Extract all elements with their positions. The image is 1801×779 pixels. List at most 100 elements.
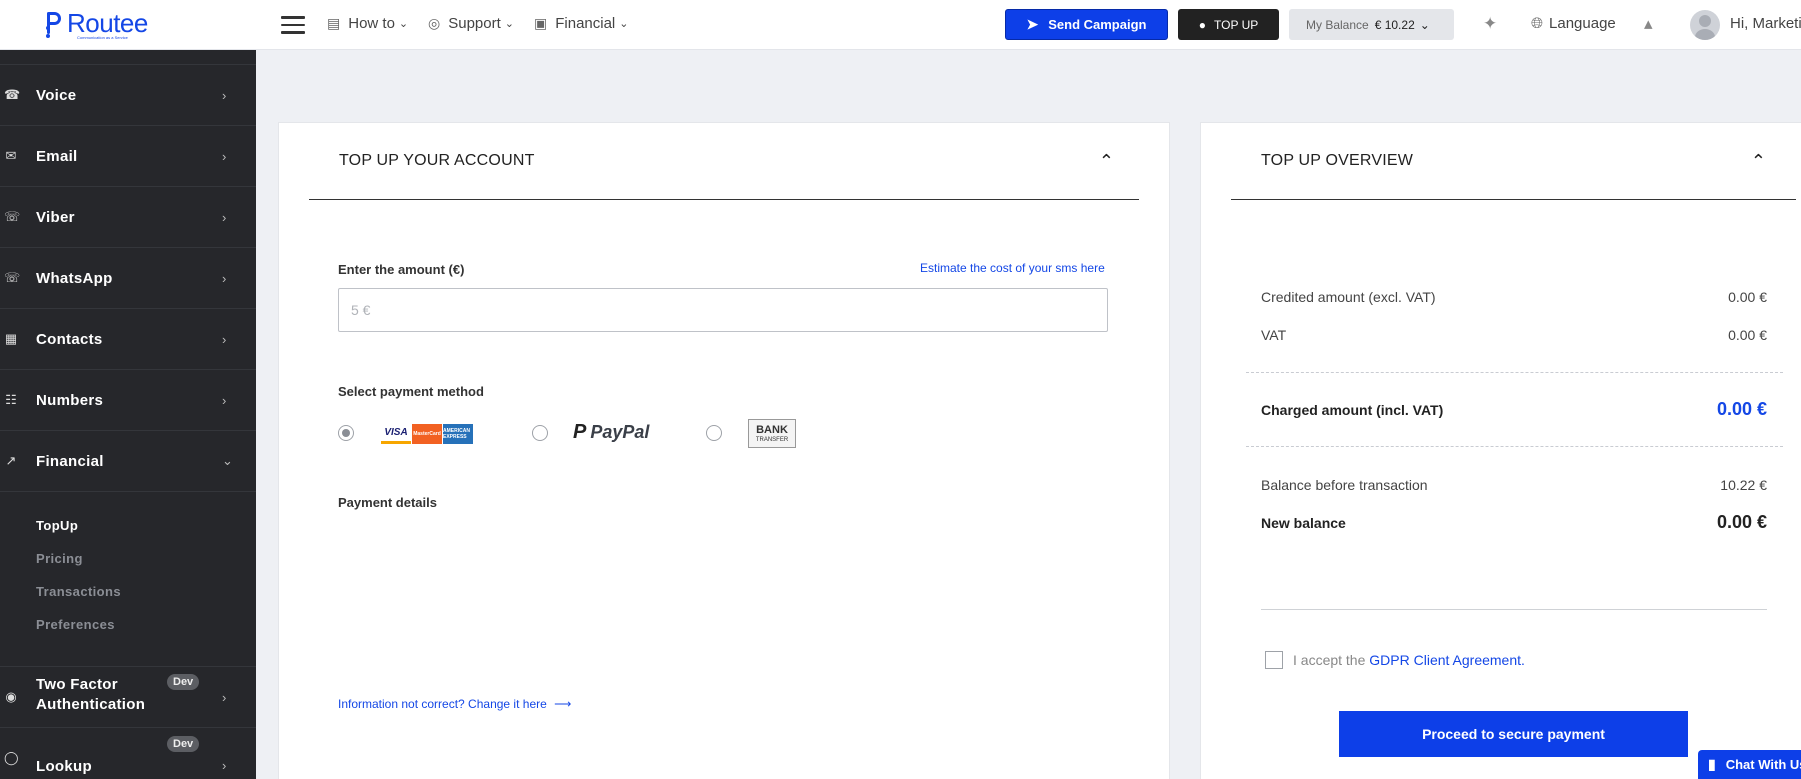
logo-text: Routee bbox=[67, 8, 148, 38]
payment-method-label: Select payment method bbox=[338, 384, 484, 399]
sidebar-item-email[interactable]: ✉ Email › bbox=[0, 126, 256, 187]
top-header: Routee Communication as a Service ▤ How … bbox=[0, 0, 1801, 50]
charged-value: 0.00 € bbox=[1716, 399, 1767, 419]
paypal-text: PayPal bbox=[590, 422, 650, 442]
sidebar-subitem-transactions[interactable]: Transactions bbox=[0, 584, 256, 617]
document-icon: ▣ bbox=[534, 15, 548, 31]
chat-label: Chat With Us bbox=[1725, 757, 1801, 772]
change-info-link[interactable]: Information not correct? Change it here … bbox=[338, 697, 571, 711]
chevron-right-icon: › bbox=[222, 689, 227, 705]
sidebar-item-label: Viber bbox=[36, 208, 75, 226]
topup-card-title: TOP UP YOUR ACCOUNT bbox=[339, 152, 535, 169]
sidebar-item-label: Two Factor Authentication bbox=[36, 675, 145, 715]
overview-card: TOP UP OVERVIEW ⌃ bbox=[1200, 122, 1801, 779]
dev-badge: Dev bbox=[167, 674, 200, 690]
book-icon: ▤ bbox=[327, 15, 341, 31]
sidebar-subitem-preferences[interactable]: Preferences bbox=[0, 617, 256, 650]
sidebar-item-label: Lookup bbox=[36, 758, 92, 775]
chevron-right-icon: › bbox=[222, 209, 227, 225]
sidebar-item-label: Contacts bbox=[36, 330, 103, 348]
new-balance-row: New balance 0.00 € bbox=[1261, 512, 1767, 533]
sidebar-item-voice[interactable]: ☎ Voice › bbox=[0, 65, 256, 126]
sidebar-item-viber[interactable]: ☏ Viber › bbox=[0, 187, 256, 248]
sidebar-item-whatsapp[interactable]: ☏ WhatsApp › bbox=[0, 248, 256, 309]
chevron-right-icon: › bbox=[222, 87, 227, 103]
chevron-right-icon: › bbox=[222, 331, 227, 347]
balance-label: My Balance bbox=[1306, 17, 1369, 32]
avatar[interactable] bbox=[1690, 10, 1720, 40]
globe-icon: 🌐︎ bbox=[1531, 15, 1544, 32]
radio-bank[interactable] bbox=[706, 425, 722, 441]
chevron-right-icon: › bbox=[222, 758, 227, 773]
nav-how-to-label: How to bbox=[348, 15, 395, 32]
language-selector[interactable]: 🌐︎ Language bbox=[1531, 15, 1616, 32]
sidebar-item-numbers[interactable]: ☷ Numbers › bbox=[0, 370, 256, 431]
chevron-up-icon[interactable]: ⌃ bbox=[1751, 151, 1766, 172]
topup-button[interactable]: ● TOP UP bbox=[1178, 9, 1279, 40]
routee-logo[interactable]: Routee bbox=[44, 8, 148, 38]
two-factor-line1: Two Factor bbox=[36, 676, 118, 693]
balance-before-label: Balance before transaction bbox=[1261, 477, 1428, 493]
radio-card[interactable] bbox=[338, 425, 354, 441]
menu-toggle-button[interactable] bbox=[281, 16, 305, 34]
chevron-right-icon: › bbox=[222, 270, 227, 286]
new-balance-label: New balance bbox=[1261, 514, 1346, 531]
divider bbox=[1246, 446, 1783, 447]
magic-wand-icon[interactable]: ✦ bbox=[1483, 14, 1497, 34]
sidebar-item-label: Voice bbox=[36, 86, 77, 104]
chevron-right-icon: › bbox=[222, 148, 227, 164]
charged-label: Charged amount (incl. VAT) bbox=[1261, 401, 1444, 418]
send-campaign-label: Send Campaign bbox=[1048, 17, 1147, 32]
chevron-down-icon: ⌄ bbox=[1419, 17, 1430, 32]
gdpr-agreement-link[interactable]: GDPR Client Agreement. bbox=[1369, 652, 1525, 668]
chat-widget-button[interactable]: ▮ Chat With Us bbox=[1698, 750, 1801, 779]
dev-badge: Dev bbox=[167, 736, 200, 752]
nav-financial[interactable]: ▣ Financial ⌄ bbox=[534, 15, 628, 32]
bank-sub-text: TRANSFER bbox=[755, 437, 789, 443]
nav-financial-label: Financial bbox=[555, 15, 616, 32]
vat-label: VAT bbox=[1261, 327, 1287, 343]
card-logos: VISA MasterCard AMERICAN EXPRESS bbox=[381, 424, 473, 444]
send-campaign-button[interactable]: ➤ Send Campaign bbox=[1005, 9, 1168, 40]
credited-label: Credited amount (excl. VAT) bbox=[1261, 289, 1436, 305]
language-label: Language bbox=[1549, 15, 1616, 32]
chevron-right-icon: › bbox=[222, 392, 227, 408]
two-factor-line2: Authentication bbox=[36, 696, 146, 713]
sidebar-item-label: Numbers bbox=[36, 391, 104, 409]
nav-how-to[interactable]: ▤ How to ⌄ bbox=[327, 15, 408, 32]
numbers-icon: ☷ bbox=[5, 392, 17, 407]
nav-support[interactable]: ◎ Support ⌄ bbox=[428, 15, 514, 32]
balance-value: € 10.22 bbox=[1374, 17, 1415, 32]
user-greeting[interactable]: Hi, Marketing bbox=[1730, 15, 1801, 32]
change-info-text: Information not correct? Change it here bbox=[338, 697, 547, 711]
mastercard-logo: MasterCard bbox=[412, 424, 442, 444]
estimate-cost-link[interactable]: Estimate the cost of your sms here bbox=[920, 261, 1105, 275]
overview-card-title: TOP UP OVERVIEW bbox=[1261, 152, 1414, 169]
visa-logo: VISA bbox=[381, 424, 411, 444]
amount-input[interactable] bbox=[338, 288, 1108, 332]
sidebar-item-two-factor[interactable]: ◉ Two Factor Authentication Dev › bbox=[0, 667, 256, 728]
sidebar-subitem-pricing[interactable]: Pricing bbox=[0, 551, 256, 584]
bell-icon[interactable]: ▴ bbox=[1644, 14, 1653, 34]
amount-label: Enter the amount (€) bbox=[338, 262, 465, 277]
balance-dropdown[interactable]: My Balance € 10.22 ⌄ bbox=[1289, 9, 1454, 40]
credited-value: 0.00 € bbox=[1728, 289, 1767, 305]
payment-details-label: Payment details bbox=[338, 495, 437, 510]
sidebar-item-financial[interactable]: ↗ Financial ⌄ bbox=[0, 431, 256, 492]
chevron-down-icon: ⌄ bbox=[222, 453, 233, 468]
chevron-up-icon[interactable]: ⌃ bbox=[1099, 151, 1114, 172]
amex-logo: AMERICAN EXPRESS bbox=[443, 424, 473, 444]
sidebar-subitem-topup[interactable]: TopUp bbox=[0, 518, 256, 551]
lock-icon: ◉ bbox=[5, 689, 17, 704]
financial-submenu: TopUp Pricing Transactions Preferences bbox=[0, 492, 256, 667]
proceed-payment-button[interactable]: Proceed to secure payment bbox=[1339, 711, 1688, 757]
radio-paypal[interactable] bbox=[532, 425, 548, 441]
overview-card-header: TOP UP OVERVIEW ⌃ bbox=[1231, 123, 1796, 200]
balance-before-row: Balance before transaction 10.22 € bbox=[1261, 477, 1767, 493]
voice-icon: ☎ bbox=[4, 87, 21, 102]
sidebar-item-contacts[interactable]: ▦ Contacts › bbox=[0, 309, 256, 370]
logo-tagline: Communication as a Service bbox=[77, 35, 128, 40]
whatsapp-icon: ☏ bbox=[4, 270, 21, 285]
gdpr-checkbox[interactable] bbox=[1265, 651, 1283, 669]
sidebar-item-lookup[interactable]: ◯ Lookup Dev › bbox=[0, 728, 256, 779]
